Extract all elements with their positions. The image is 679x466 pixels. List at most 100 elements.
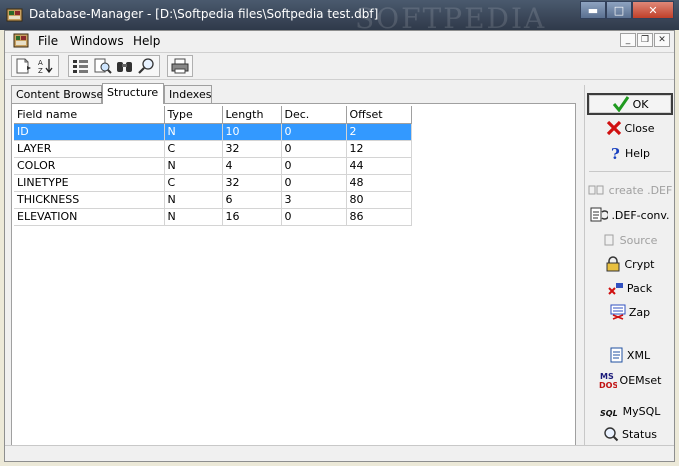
cell-offset[interactable]: 44 [346, 157, 412, 175]
cell-type[interactable]: N [164, 191, 223, 209]
maximize-window-button[interactable]: □ [606, 1, 632, 19]
cell-dec[interactable]: 3 [281, 191, 347, 209]
column-header-length[interactable]: Length [222, 106, 282, 124]
print-button[interactable] [170, 57, 190, 75]
help-label: Help [624, 146, 651, 160]
new-file-icon [16, 58, 31, 74]
help-button[interactable]: ? Help [587, 142, 673, 164]
toolbar-group-file: A Z [11, 55, 59, 77]
oemset-button[interactable]: MS DOS OEMset [587, 369, 673, 391]
cell-dec[interactable]: 0 [281, 123, 347, 141]
cell-offset[interactable]: 80 [346, 191, 412, 209]
pack-label: Pack [626, 281, 653, 295]
column-header-dec[interactable]: Dec. [281, 106, 347, 124]
menu-file[interactable]: File [38, 34, 58, 48]
table-row[interactable]: THICKNESS N 6 3 80 [14, 191, 412, 209]
side-panel: OK Close ? Help create .DEF .DEF-conv. S… [584, 85, 674, 455]
tab-indexes[interactable]: Indexes [164, 85, 212, 103]
ok-label: OK [632, 97, 649, 111]
mdi-close-button[interactable]: ✕ [654, 33, 670, 47]
cell-offset[interactable]: 48 [346, 174, 412, 192]
mysql-button[interactable]: SQL MySQL [587, 400, 673, 422]
structure-panel: Field name Type Length Dec. Offset ID N … [11, 103, 576, 448]
new-file-button[interactable] [14, 57, 34, 75]
search-doc-icon [94, 58, 112, 74]
close-label: Close [624, 121, 655, 135]
cell-length[interactable]: 6 [222, 191, 282, 209]
xml-button[interactable]: XML [587, 344, 673, 366]
cell-type[interactable]: C [164, 174, 223, 192]
cell-type[interactable]: C [164, 140, 223, 158]
cell-field-name[interactable]: COLOR [14, 157, 165, 175]
def-convert-icon [590, 207, 609, 222]
close-window-button[interactable]: ✕ [632, 1, 674, 19]
pack-icon [608, 283, 623, 295]
svg-text:?: ? [611, 145, 620, 161]
title-bar: SOFTPEDIA Database-Manager - [D:\Softped… [0, 0, 679, 35]
cell-dec[interactable]: 0 [281, 174, 347, 192]
zap-button[interactable]: Zap [587, 301, 673, 323]
sort-button[interactable]: A Z [36, 57, 56, 75]
cell-length[interactable]: 16 [222, 208, 282, 226]
menu-windows[interactable]: Windows [70, 34, 124, 48]
create-def-button[interactable]: create .DEF [587, 179, 673, 201]
mdi-minimize-button[interactable]: _ [620, 33, 636, 47]
cell-offset[interactable]: 86 [346, 208, 412, 226]
column-header-offset[interactable]: Offset [346, 106, 412, 124]
svg-text:DOS: DOS [599, 381, 617, 389]
status-button[interactable]: Status [587, 423, 673, 445]
cell-field-name[interactable]: LINETYPE [14, 174, 165, 192]
mdi-restore-button[interactable]: ❐ [637, 33, 653, 47]
sql-icon: SQL [600, 409, 618, 418]
search-doc-button[interactable] [93, 57, 113, 75]
column-header-type[interactable]: Type [164, 106, 223, 124]
cell-dec[interactable]: 0 [281, 157, 347, 175]
cell-length[interactable]: 10 [222, 123, 282, 141]
table-row[interactable]: ID N 10 0 2 [14, 123, 412, 141]
cell-length[interactable]: 32 [222, 140, 282, 158]
restore-icon: ❐ [640, 35, 650, 45]
binoculars-button[interactable] [115, 57, 135, 75]
status-label: Status [621, 427, 658, 441]
cell-field-name[interactable]: LAYER [14, 140, 165, 158]
crypt-button[interactable]: Crypt [587, 253, 673, 275]
document-app-icon[interactable] [13, 33, 29, 48]
cell-length[interactable]: 32 [222, 174, 282, 192]
table-row[interactable]: LAYER C 32 0 12 [14, 140, 412, 158]
cell-field-name[interactable]: ID [14, 123, 165, 141]
cell-offset[interactable]: 12 [346, 140, 412, 158]
grid-view-button[interactable] [71, 57, 91, 75]
cell-dec[interactable]: 0 [281, 140, 347, 158]
svg-text:A: A [38, 59, 43, 67]
menu-bar: File Windows Help _ ❐ ✕ [5, 31, 674, 51]
zoom-button[interactable] [137, 57, 157, 75]
source-icon [604, 234, 614, 246]
table-row[interactable]: ELEVATION N 16 0 86 [14, 208, 412, 226]
source-button[interactable]: Source [587, 229, 673, 251]
cell-offset[interactable]: 2 [346, 123, 412, 141]
zap-icon [610, 304, 626, 320]
minimize-icon: ▬ [587, 3, 599, 17]
def-conv-button[interactable]: .DEF-conv. [587, 204, 673, 226]
table-header-row: Field name Type Length Dec. Offset [14, 106, 412, 124]
binoculars-icon [117, 62, 132, 72]
close-button[interactable]: Close [587, 117, 673, 139]
table-row[interactable]: LINETYPE C 32 0 48 [14, 174, 412, 192]
pack-button[interactable]: Pack [587, 277, 673, 299]
cell-type[interactable]: N [164, 123, 223, 141]
cell-dec[interactable]: 0 [281, 208, 347, 226]
cell-type[interactable]: N [164, 208, 223, 226]
status-search-icon [604, 427, 619, 442]
menu-help[interactable]: Help [133, 34, 160, 48]
tab-structure[interactable]: Structure [102, 83, 164, 104]
ok-button[interactable]: OK [587, 93, 673, 115]
tab-content-browser[interactable]: Content Browser [11, 85, 108, 103]
cell-length[interactable]: 4 [222, 157, 282, 175]
msdos-icon: MS DOS [598, 371, 617, 389]
cell-field-name[interactable]: ELEVATION [14, 208, 165, 226]
cell-field-name[interactable]: THICKNESS [14, 191, 165, 209]
table-row[interactable]: COLOR N 4 0 44 [14, 157, 412, 175]
minimize-window-button[interactable]: ▬ [580, 1, 606, 19]
column-header-field-name[interactable]: Field name [14, 106, 165, 124]
cell-type[interactable]: N [164, 157, 223, 175]
